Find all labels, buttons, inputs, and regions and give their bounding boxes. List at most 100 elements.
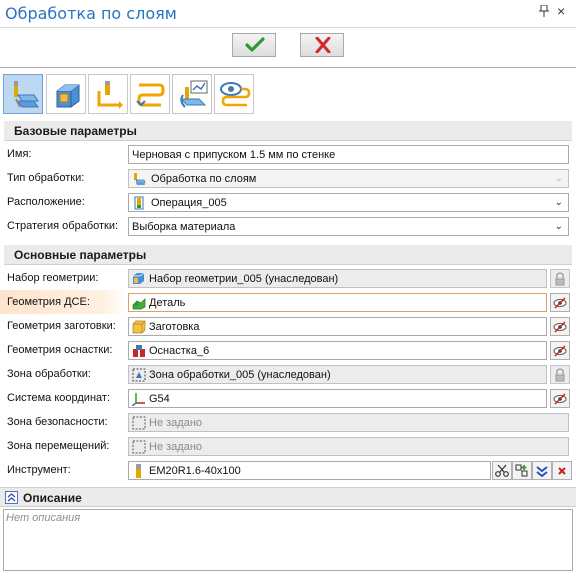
double-chevron-down-icon [536,466,548,478]
collapse-icon[interactable] [5,491,18,504]
machining-zone-row: Зона обработки: Зона обработки_005 (унас… [0,362,576,386]
empty-zone-icon [132,440,146,454]
tool-params-icon [179,80,208,108]
layers-icon [134,173,146,185]
tool-value: EM20R1.6-40x100 [149,465,241,477]
coord-system-field[interactable]: G54 [128,389,547,408]
main-params-title: Основные параметры [14,248,147,262]
part-geometry-label: Геометрия ДСЕ: [7,296,90,308]
empty-zone-icon [132,416,146,430]
pin-icon[interactable] [539,4,549,20]
tool-row: Инструмент: EM20R1.6-40x100 [0,458,576,482]
layers-mill-tab[interactable] [3,74,43,114]
chevron-down-icon: ⌄ [554,173,563,184]
cancel-button[interactable] [300,33,344,57]
stock-geometry-value: Заготовка [149,321,200,333]
blank-block-tab[interactable] [46,74,86,114]
operation-icon [134,196,144,210]
toggle-visibility-button[interactable] [550,389,570,408]
description-textarea[interactable]: Нет описания [3,509,573,571]
visibility-path-icon [220,82,251,107]
coord-system-value: G54 [149,393,170,405]
name-field[interactable]: Черновая с припуском 1.5 мм по стенке [128,145,569,164]
type-row: Тип обработки: Обработка по слоям ⌄ [0,166,576,190]
fixture-geometry-field[interactable]: Оснастка_6 [128,341,547,360]
eye-hidden-icon [553,393,567,405]
machining-zone-value: Зона обработки_005 (унаследован) [149,369,331,381]
tool-label: Инструмент: [7,464,71,476]
location-row: Расположение: Операция_005 ⌄ [0,190,576,214]
stock-icon [132,320,146,334]
description-placeholder: Нет описания [6,512,81,524]
type-value: Обработка по слоям [151,173,257,185]
part-geometry-field[interactable]: Деталь [128,293,547,312]
stock-geometry-label: Геометрия заготовки: [7,320,116,332]
operation-toolbar [0,70,576,118]
location-value: Операция_005 [151,197,227,209]
ok-button[interactable] [232,33,276,57]
chevron-down-icon[interactable]: ⌄ [555,197,563,208]
safety-zone-field: Не задано [128,413,569,432]
visibility-path-tab[interactable] [214,74,254,114]
strategy-row: Стратегия обработки: Выборка материала ⌄ [0,214,576,238]
safety-zone-label: Зона безопасности: [7,416,108,428]
strategy-label: Стратегия обработки: [7,220,119,232]
strategy-select[interactable]: Выборка материала ⌄ [128,217,569,236]
lock-button [550,269,570,288]
fixture-icon [133,345,145,357]
description-header[interactable]: Описание [0,487,576,507]
approach-path-icon [97,81,123,109]
machining-zone-field: Зона обработки_005 (унаследован) [128,365,547,384]
link-path-tab[interactable] [130,74,170,114]
type-select: Обработка по слоям ⌄ [128,169,569,188]
part-geometry-row: Геометрия ДСЕ: Деталь [0,290,576,314]
eye-hidden-icon [553,297,567,309]
tool-params-tab[interactable] [172,74,212,114]
close-icon[interactable]: × [557,3,565,19]
geometry-set-field: Набор геометрии_005 (унаследован) [128,269,547,288]
toggle-visibility-button[interactable] [550,317,570,336]
link-path-icon [136,83,165,107]
basic-params-header: Базовые параметры [4,121,572,141]
travel-zone-field: Не задано [128,437,569,456]
end-mill-icon [136,464,141,478]
action-bar [0,28,576,68]
chevron-down-icon[interactable]: ⌄ [555,221,563,232]
fixture-geometry-label: Геометрия оснастки: [7,344,113,356]
stock-geometry-field[interactable]: Заготовка [128,317,547,336]
name-row: Имя: Черновая с припуском 1.5 мм по стен… [0,142,576,166]
location-label: Расположение: [7,196,85,208]
tool-add-button[interactable] [512,461,532,480]
type-label: Тип обработки: [7,172,85,184]
safety-zone-value: Не задано [149,417,203,429]
coord-system-row: Система координат: G54 [0,386,576,410]
name-value: Черновая с припуском 1.5 мм по стенке [132,149,336,161]
safety-zone-row: Зона безопасности: Не задано [0,410,576,434]
approach-path-tab[interactable] [88,74,128,114]
travel-zone-row: Зона перемещений: Не задано [0,434,576,458]
close-icon [558,467,566,475]
basic-params-title: Базовые параметры [14,124,137,138]
checkmark-icon [245,37,265,52]
fixture-geometry-value: Оснастка_6 [149,345,210,357]
tool-field[interactable]: EM20R1.6-40x100 [128,461,491,480]
description-title: Описание [23,491,82,505]
part-geometry-value: Деталь [149,297,186,309]
fixture-geometry-row: Геометрия оснастки: Оснастка_6 [0,338,576,362]
blank-block-icon [56,84,80,108]
main-params-header: Основные параметры [4,245,572,265]
tool-expand-button[interactable] [532,461,552,480]
machining-zone-label: Зона обработки: [7,368,91,380]
tool-remove-button[interactable] [552,461,572,480]
geometry-set-icon [133,272,145,284]
toggle-visibility-button[interactable] [550,341,570,360]
zone-icon [132,368,146,382]
location-select[interactable]: Операция_005 ⌄ [128,193,569,212]
toggle-visibility-button[interactable] [550,293,570,312]
lock-icon [555,272,565,286]
geometry-set-value: Набор геометрии_005 (унаследован) [149,273,339,285]
tool-edit-button[interactable] [492,461,512,480]
geometry-set-row: Набор геометрии: Набор геометрии_005 (ун… [0,266,576,290]
name-label: Имя: [7,148,32,160]
scissors-icon [495,464,509,477]
